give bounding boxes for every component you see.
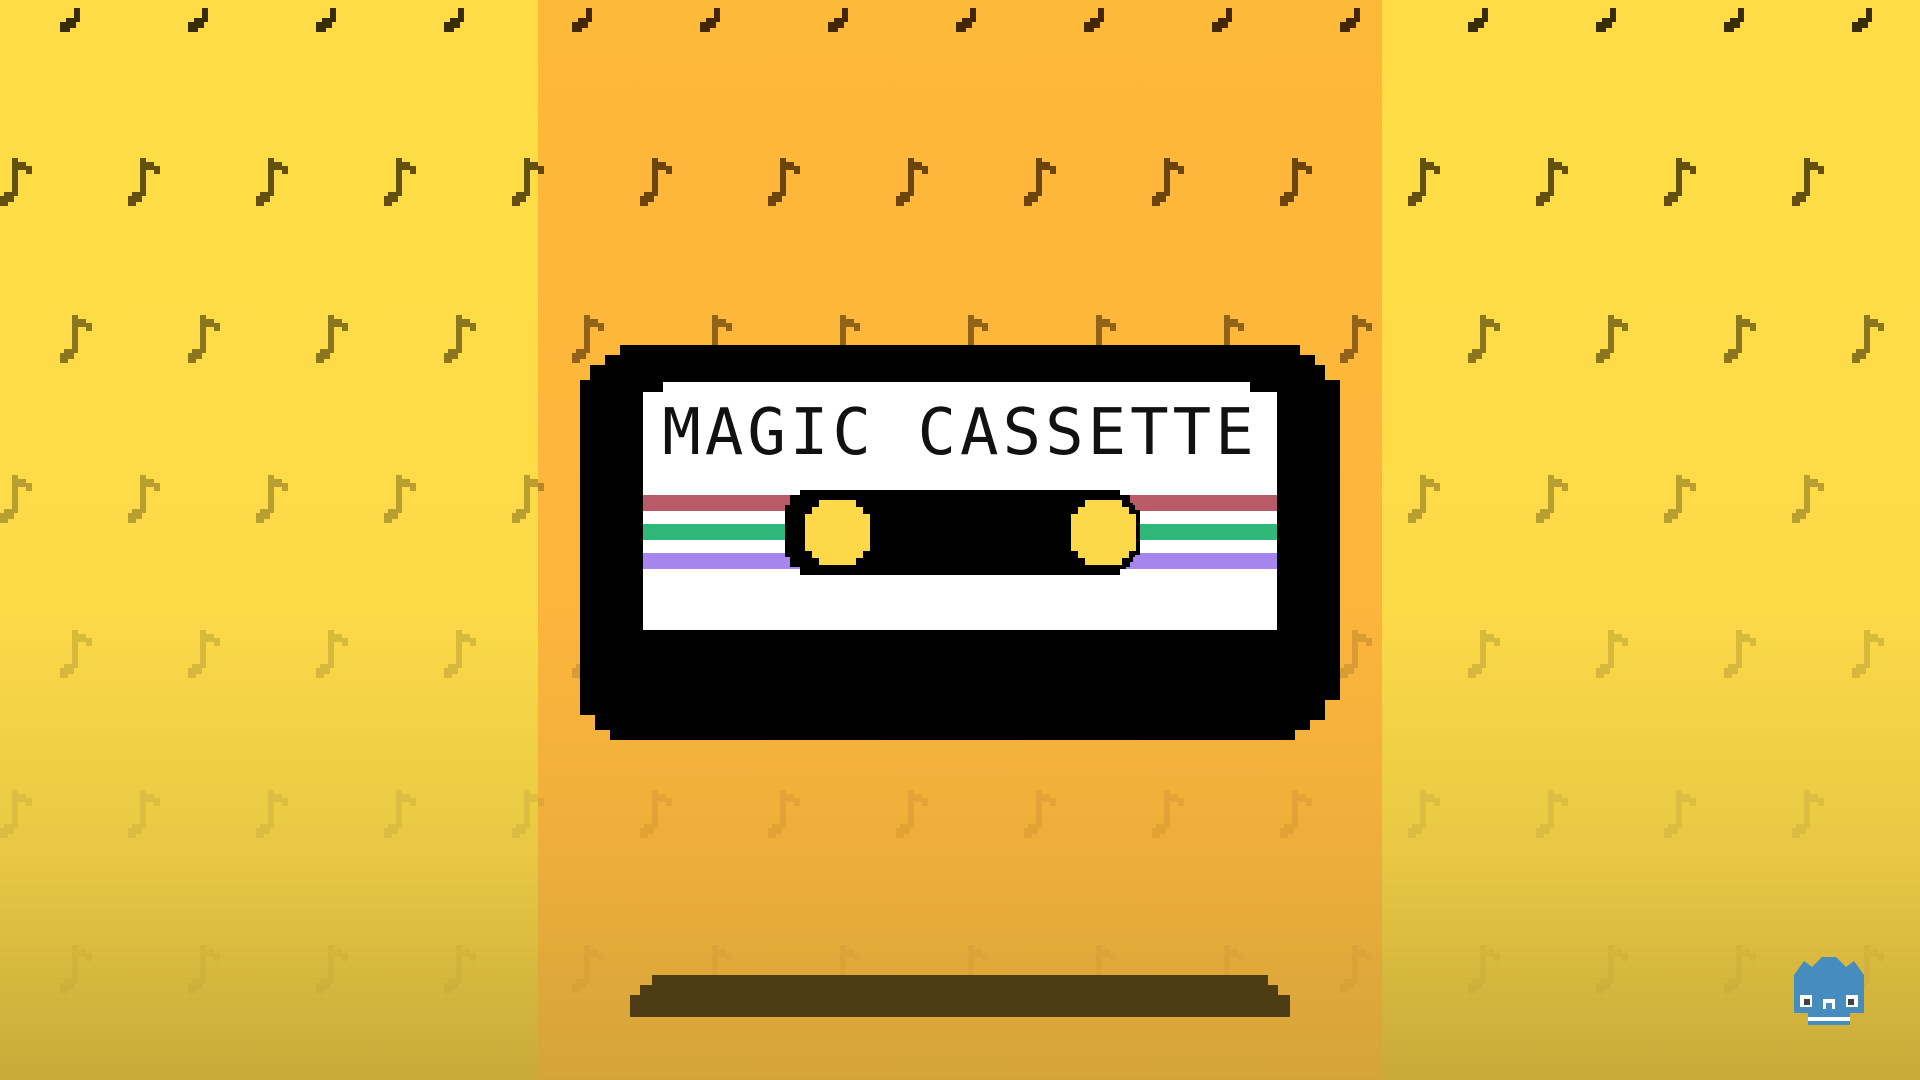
music-note-icon xyxy=(768,790,800,838)
music-note-icon xyxy=(316,945,348,993)
music-note-icon xyxy=(640,158,672,206)
godot-logo-icon xyxy=(1794,957,1864,1025)
music-note-icon xyxy=(828,8,848,32)
music-note-icon xyxy=(700,8,720,32)
reel-right xyxy=(1067,496,1140,569)
music-note-icon xyxy=(1468,8,1488,32)
music-note-icon xyxy=(1852,630,1884,678)
music-note-icon xyxy=(1792,158,1824,206)
music-note-icon xyxy=(1468,945,1500,993)
music-note-icon xyxy=(316,8,336,32)
music-note-icon xyxy=(1340,8,1360,32)
music-note-icon xyxy=(1024,158,1056,206)
music-note-icon xyxy=(1596,630,1628,678)
music-note-icon xyxy=(1792,475,1824,523)
music-note-icon xyxy=(1852,8,1872,32)
music-note-icon xyxy=(384,790,416,838)
music-note-icon xyxy=(956,8,976,32)
music-note-icon xyxy=(1596,315,1628,363)
music-note-icon xyxy=(1468,315,1500,363)
music-note-icon xyxy=(128,790,160,838)
music-note-icon xyxy=(0,790,32,838)
music-note-icon xyxy=(1724,315,1756,363)
music-note-icon xyxy=(444,945,476,993)
music-note-icon xyxy=(1596,8,1616,32)
music-note-icon xyxy=(1408,790,1440,838)
music-note-icon xyxy=(60,945,92,993)
music-note-icon xyxy=(1024,790,1056,838)
music-note-icon xyxy=(188,630,220,678)
music-note-icon xyxy=(384,158,416,206)
music-note-icon xyxy=(0,475,32,523)
music-note-icon xyxy=(1280,158,1312,206)
music-note-icon xyxy=(512,790,544,838)
music-note-icon xyxy=(1408,158,1440,206)
music-note-icon xyxy=(896,158,928,206)
music-note-icon xyxy=(1664,790,1696,838)
music-note-icon xyxy=(1724,8,1744,32)
music-note-icon xyxy=(640,790,672,838)
music-note-icon xyxy=(1340,945,1372,993)
music-note-icon xyxy=(572,945,604,993)
music-note-icon xyxy=(1852,315,1884,363)
music-note-icon xyxy=(316,630,348,678)
music-note-icon xyxy=(1536,158,1568,206)
music-note-icon xyxy=(1468,630,1500,678)
music-note-icon xyxy=(1664,475,1696,523)
music-note-icon xyxy=(444,630,476,678)
music-note-icon xyxy=(1536,790,1568,838)
music-note-icon xyxy=(1408,475,1440,523)
music-note-icon xyxy=(60,315,92,363)
music-note-icon xyxy=(1084,8,1104,32)
music-note-icon xyxy=(188,945,220,993)
music-note-icon xyxy=(1596,945,1628,993)
music-note-icon xyxy=(188,8,208,32)
music-note-icon xyxy=(1212,8,1232,32)
music-note-icon xyxy=(316,315,348,363)
music-note-icon xyxy=(1340,315,1372,363)
music-note-icon xyxy=(60,8,80,32)
reel-left xyxy=(801,496,874,569)
music-note-icon xyxy=(128,475,160,523)
music-note-icon xyxy=(512,475,544,523)
music-note-icon xyxy=(1280,790,1312,838)
music-note-icon xyxy=(896,790,928,838)
music-note-icon xyxy=(188,315,220,363)
music-note-icon xyxy=(384,475,416,523)
music-note-icon xyxy=(768,158,800,206)
music-note-icon xyxy=(1724,945,1756,993)
music-note-icon xyxy=(1152,790,1184,838)
music-note-icon xyxy=(444,315,476,363)
music-note-icon xyxy=(256,158,288,206)
music-note-icon xyxy=(1724,630,1756,678)
music-note-icon xyxy=(1152,158,1184,206)
music-note-icon xyxy=(1664,158,1696,206)
cassette-shadow xyxy=(630,975,1290,1017)
music-note-icon xyxy=(1792,790,1824,838)
music-note-icon xyxy=(572,8,592,32)
music-note-icon xyxy=(0,158,32,206)
music-note-icon xyxy=(512,158,544,206)
music-note-icon xyxy=(1536,475,1568,523)
music-note-icon xyxy=(128,158,160,206)
music-note-icon xyxy=(256,475,288,523)
music-note-icon xyxy=(444,8,464,32)
music-note-icon xyxy=(60,630,92,678)
music-note-icon xyxy=(256,790,288,838)
game-title: MAGIC CASSETTE xyxy=(662,396,1258,470)
music-note-icon xyxy=(1340,630,1372,678)
